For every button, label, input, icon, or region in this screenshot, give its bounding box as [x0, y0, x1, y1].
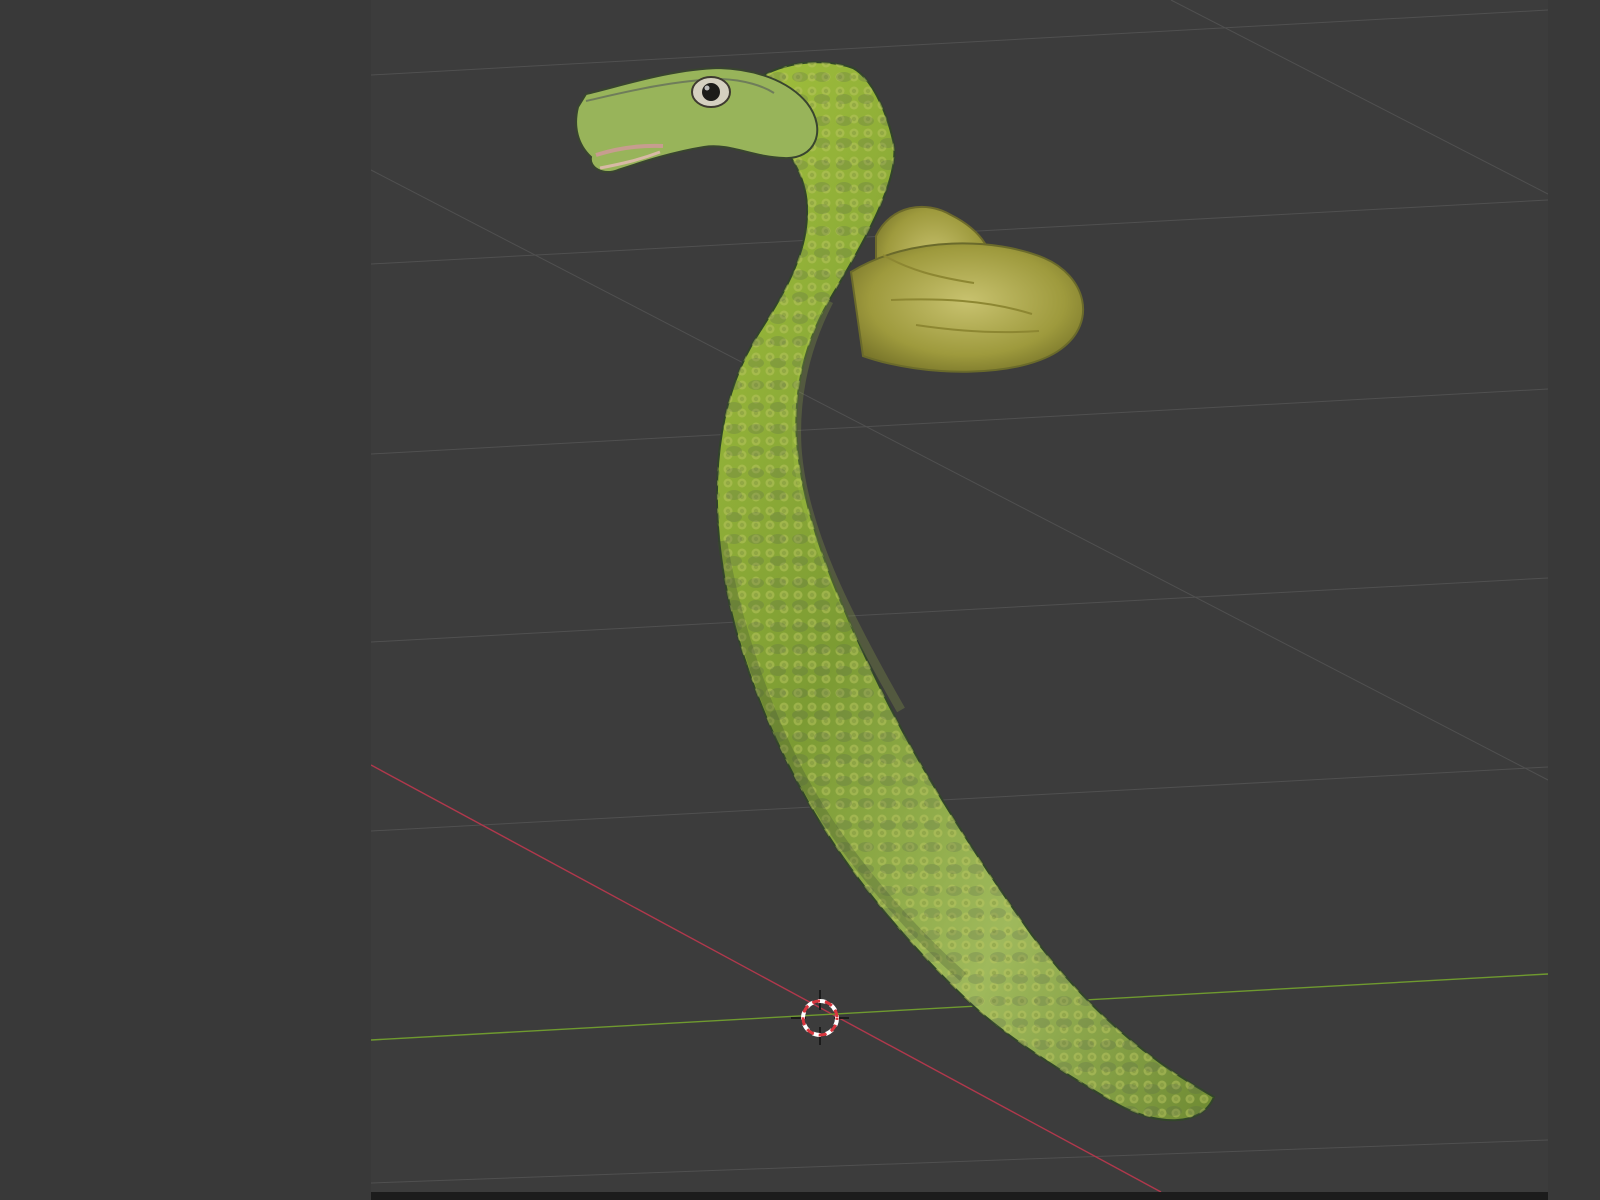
- serpent-eye-highlight: [704, 85, 710, 91]
- grid-line: [371, 388, 1548, 455]
- serpent-dark-markings: [716, 62, 1214, 1121]
- serpent-eye: [702, 83, 720, 101]
- dorsal-fin-front: [849, 242, 1085, 373]
- right-sidebar: [1548, 0, 1600, 1200]
- grid-lines: [371, 0, 1548, 1184]
- serpent-model[interactable]: [575, 61, 1216, 1122]
- grid-line: [1170, 0, 1548, 195]
- bottom-divider: [371, 1192, 1548, 1200]
- blender-editor: [0, 0, 1600, 1200]
- 3d-cursor-icon[interactable]: [791, 990, 849, 1045]
- 3d-viewport[interactable]: [371, 0, 1548, 1192]
- grid-line: [371, 766, 1548, 832]
- grid-line: [371, 577, 1548, 643]
- viewport-canvas[interactable]: [371, 0, 1548, 1192]
- grid-line: [371, 9, 1548, 76]
- grid-line: [371, 1139, 1548, 1184]
- left-sidebar: [0, 0, 371, 1200]
